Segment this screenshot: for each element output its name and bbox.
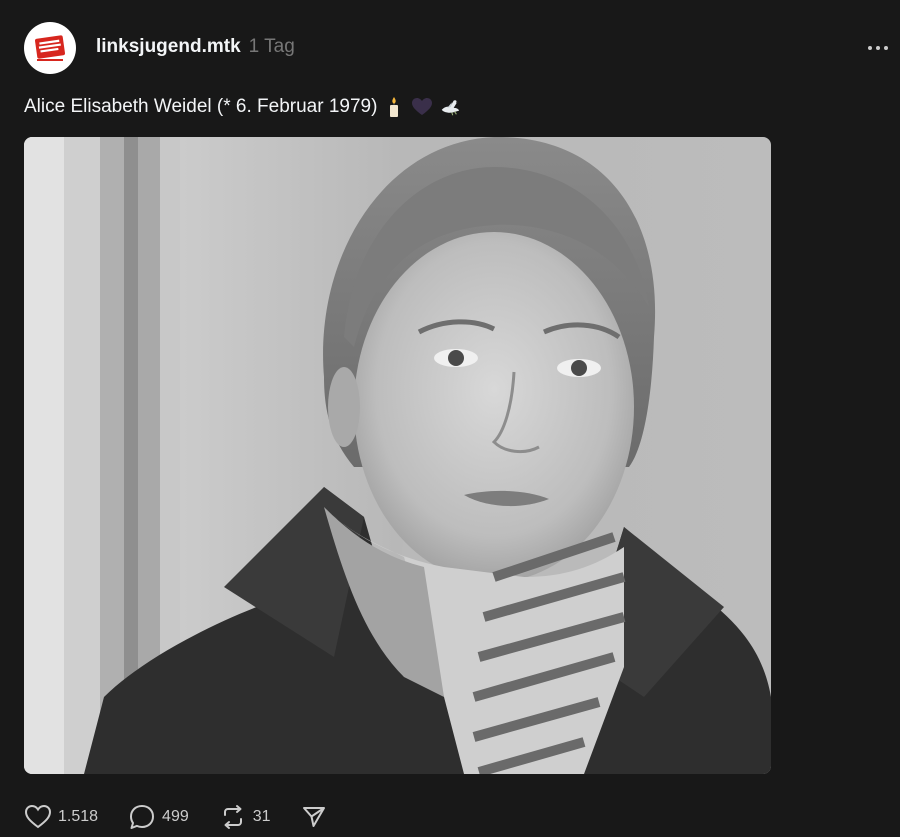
ellipsis-icon — [868, 46, 888, 50]
post-header: linksjugend.mtk 1 Tag — [96, 36, 295, 58]
heart-icon — [24, 804, 52, 829]
comment-count: 499 — [162, 808, 189, 825]
avatar[interactable] — [24, 22, 76, 74]
like-count: 1.518 — [58, 808, 99, 825]
post-timestamp: 1 Tag — [248, 36, 295, 57]
dove-icon — [439, 96, 461, 118]
linksjugend-logo-icon — [27, 25, 73, 71]
post-image[interactable] — [24, 137, 771, 774]
send-icon — [302, 807, 325, 827]
comment-bubble-icon — [130, 805, 155, 829]
repost-button[interactable]: 31 — [219, 803, 271, 831]
comment-button[interactable]: 499 — [128, 803, 189, 831]
post-caption: Alice Elisabeth Weidel (* 6. Februar 197… — [24, 96, 461, 118]
share-button[interactable] — [301, 804, 327, 830]
threads-post: linksjugend.mtk 1 Tag Alice Elisabeth We… — [0, 0, 900, 837]
portrait-photo — [24, 137, 771, 774]
repost-count: 31 — [252, 808, 271, 825]
action-bar: 1.518 499 31 — [24, 803, 357, 831]
repost-icon — [223, 805, 242, 829]
caption-text: Alice Elisabeth Weidel (* 6. Februar 197… — [24, 96, 378, 117]
like-button[interactable]: 1.518 — [24, 804, 98, 830]
username-link[interactable]: linksjugend.mtk — [96, 36, 241, 58]
more-options-button[interactable] — [864, 36, 892, 60]
black-heart-icon — [411, 96, 433, 118]
candle-icon — [383, 96, 405, 118]
